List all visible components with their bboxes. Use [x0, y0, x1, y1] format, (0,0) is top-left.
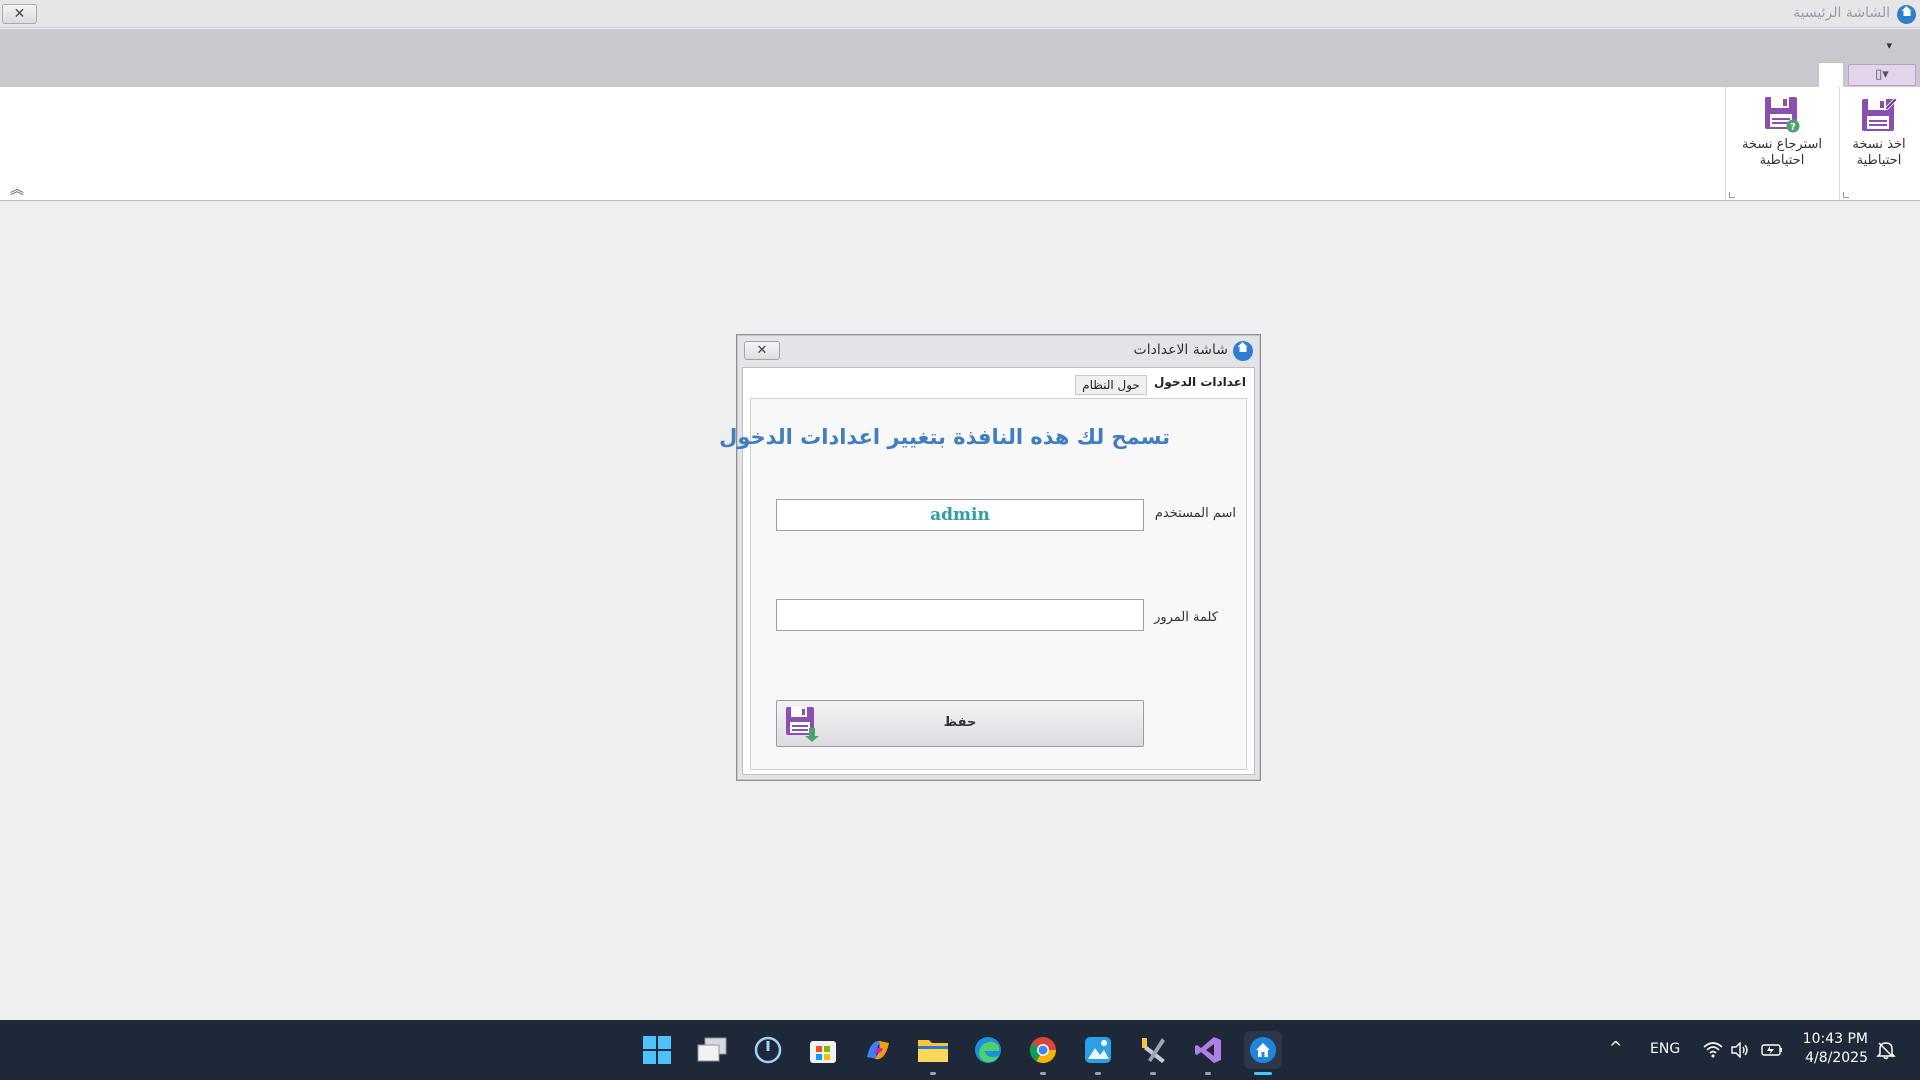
view-menu-button[interactable]: ▯▾	[1848, 64, 1916, 86]
windows-start-icon[interactable]	[638, 1031, 676, 1069]
photos-icon[interactable]	[1079, 1031, 1117, 1075]
password-field[interactable]	[776, 599, 1144, 631]
ribbon-header: ▾ ▯▾	[0, 29, 1920, 88]
ribbon-body: ︽ اخذ نسخة احتياطية ? استرجاع نسخة احتيا…	[0, 87, 1920, 201]
backup-button[interactable]: اخذ نسخة احتياطية	[1842, 95, 1916, 169]
home-icon	[1233, 341, 1253, 361]
volume-icon[interactable]	[1729, 1033, 1751, 1067]
active-indicator	[1254, 1072, 1272, 1075]
task-view-icon[interactable]	[693, 1031, 731, 1069]
group-launcher-icon[interactable]	[1729, 192, 1735, 198]
dialog-content: اعدادات الدخول حول النظام تسمح لك هذه ال…	[719, 367, 1255, 775]
password-label: كلمة المرور	[1154, 610, 1218, 625]
save-button-label: حفظ	[943, 715, 977, 730]
home-icon	[1897, 5, 1916, 24]
group-launcher-icon[interactable]	[1843, 192, 1849, 198]
restore-button-label-2: احتياطية	[1759, 153, 1805, 168]
tray-overflow-chevron[interactable]: ^	[1609, 1038, 1622, 1057]
username-label: اسم المستخدم	[1154, 506, 1236, 521]
running-indicator	[930, 1072, 936, 1075]
language-indicator[interactable]: ENG	[1650, 1041, 1680, 1057]
login-settings-page: تسمح لك هذه النافذة بتغيير اعدادات الدخو…	[719, 398, 1247, 770]
tab-login-settings[interactable]: اعدادات الدخول	[1150, 372, 1250, 394]
visual-studio-icon[interactable]	[1189, 1031, 1227, 1075]
clock-date: 4/8/2025	[1805, 1050, 1868, 1066]
save-button[interactable]: حفظ	[776, 700, 1144, 747]
clock-time: 10:43 PM	[1802, 1031, 1868, 1047]
restore-button-label-1: استرجاع نسخة	[1741, 137, 1823, 152]
store-icon[interactable]	[804, 1031, 842, 1069]
file-explorer-icon[interactable]	[914, 1031, 952, 1075]
running-indicator	[1095, 1072, 1101, 1075]
title-bar: ✕ الشاشة الرئيسية	[0, 0, 1920, 28]
floppy-edit-icon	[1860, 95, 1898, 133]
running-indicator	[1205, 1072, 1211, 1075]
tab-about-system[interactable]: حول النظام	[1075, 375, 1147, 395]
page-headline: تسمح لك هذه النافذة بتغيير اعدادات الدخو…	[719, 425, 1170, 449]
settings-dialog: ✕ شاشة الاعدادات اعدادات الدخول حول النظ…	[719, 334, 1261, 781]
backup-button-label-2: احتياطية	[1856, 153, 1902, 168]
taskbar: ^ ENG 10:43 PM 4/8/2025	[0, 1020, 1920, 1080]
home-app-icon[interactable]	[1244, 1031, 1282, 1075]
running-indicator	[1150, 1072, 1156, 1075]
floppy-help-icon: ?	[1763, 95, 1801, 133]
copilot-icon[interactable]	[859, 1031, 897, 1069]
battery-icon[interactable]	[1760, 1033, 1784, 1067]
edge-icon[interactable]	[969, 1031, 1007, 1069]
running-indicator	[1040, 1072, 1046, 1075]
window-title: الشاشة الرئيسية	[1793, 5, 1890, 21]
wifi-icon[interactable]	[1702, 1033, 1724, 1067]
svg-text:?: ?	[1790, 122, 1796, 133]
ribbon-group-restore: ? استرجاع نسخة احتياطية	[1725, 87, 1838, 200]
ribbon-tab[interactable]	[1818, 62, 1844, 88]
clock[interactable]: 10:43 PM 4/8/2025	[1803, 1030, 1868, 1068]
dialog-title: شاشة الاعدادات	[1133, 342, 1228, 358]
power-app-icon[interactable]	[749, 1031, 787, 1069]
tools-icon[interactable]	[1134, 1031, 1172, 1075]
username-field[interactable]: admin	[776, 499, 1144, 531]
notification-bell-icon[interactable]	[1874, 1034, 1898, 1066]
ribbon-group-backup: اخذ نسخة احتياطية	[1839, 87, 1920, 200]
backup-button-label-1: اخذ نسخة	[1852, 137, 1906, 152]
window-close-button[interactable]: ✕	[2, 4, 37, 24]
chrome-icon[interactable]	[1024, 1031, 1062, 1075]
collapse-ribbon-icon[interactable]: ︽	[10, 179, 24, 199]
restore-button[interactable]: ? استرجاع نسخة احتياطية	[1732, 95, 1832, 169]
quick-access-dropdown-icon[interactable]: ▾	[1886, 39, 1892, 52]
dialog-close-button[interactable]: ✕	[744, 341, 780, 360]
